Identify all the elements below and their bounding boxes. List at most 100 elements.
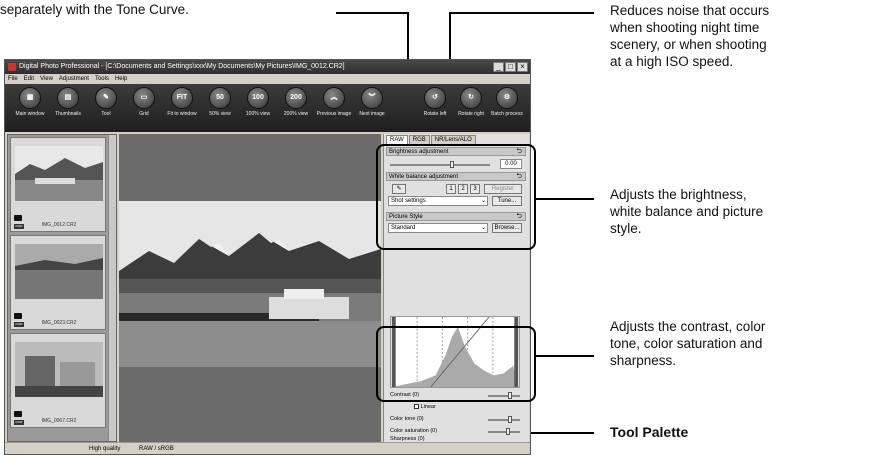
color-tone-slider[interactable] [488, 419, 520, 421]
thumbnail-image [15, 146, 103, 201]
next-icon: ︾ [361, 87, 383, 109]
thumbnail-item[interactable]: RAW IMG_0023.CR2 [10, 235, 106, 330]
app-icon [8, 63, 16, 71]
next-image-button[interactable]: ︾ Next image [352, 87, 392, 117]
title-bar: Digital Photo Professional - [C:\Documen… [5, 60, 530, 74]
toolbar-label: Grid [139, 111, 149, 117]
toolbar-label: 100% view [245, 111, 271, 117]
thumbnail-image [15, 244, 103, 299]
main-image [119, 201, 381, 367]
toolbar: ▦ Main window ▤ Thumbnails ✎ Tool ▭ Grid FIT… [5, 84, 530, 132]
thumbnail-filename: IMG_0023.CR2 [41, 320, 77, 326]
annotation-line: tone, color saturation and [610, 336, 763, 351]
grid-icon: ▭ [133, 87, 155, 109]
view-100-button[interactable]: 100 100% view [238, 87, 278, 117]
camera-icon [14, 215, 22, 221]
previous-icon: ︽ [323, 87, 345, 109]
batch-icon: ⚙ [496, 87, 518, 109]
window-title: Digital Photo Professional - [C:\Documen… [19, 63, 345, 70]
toolbar-label: 200% view [283, 111, 309, 117]
tool-icon: ✎ [95, 87, 117, 109]
view-50-button[interactable]: 50 50% view [200, 87, 240, 117]
linear-label: Linear [420, 404, 436, 410]
grid-button[interactable]: ▭ Grid [124, 87, 164, 117]
leader-line [536, 355, 594, 357]
toolbar-label: Main window [15, 111, 45, 117]
toolbar-label: Previous image [316, 111, 352, 117]
rotate-right-button[interactable]: ↻ Rotate right [451, 87, 491, 117]
tool-button[interactable]: ✎ Tool [86, 87, 126, 117]
close-button[interactable]: × [517, 62, 528, 72]
minimize-button[interactable]: _ [493, 62, 504, 72]
menu-file[interactable]: File [8, 74, 18, 84]
annotation-brightness: Adjusts the brightness, white balance an… [610, 186, 763, 237]
window-controls: _ □ × [493, 62, 528, 72]
annotation-line: scenery, or when shooting [610, 37, 767, 52]
toolbar-label: 50% view [209, 111, 231, 117]
view-200-button[interactable]: 200 200% view [276, 87, 316, 117]
menu-tools[interactable]: Tools [95, 74, 109, 84]
view-200-icon: 200 [285, 87, 307, 109]
annotation-line: Adjusts the contrast, color [610, 319, 766, 334]
menu-bar: File Edit View Adjustment Tools Help [5, 74, 530, 84]
toolbar-label: Next image [359, 111, 385, 117]
toolbar-label: Rotate left [423, 111, 447, 117]
checkbox-icon [414, 404, 419, 410]
color-saturation-knob[interactable] [506, 428, 510, 435]
fit-icon: FIT [171, 87, 193, 109]
toolbar-label: Batch process [491, 111, 523, 117]
annotation-line: when shooting night time [610, 20, 760, 35]
highlight-frame [376, 326, 536, 402]
annotation-tone-curve: separately with the Tone Curve. [0, 2, 189, 17]
annotation-line: Adjusts the brightness, [610, 187, 747, 202]
color-saturation-label: Color saturation (0) [390, 428, 438, 434]
menu-help[interactable]: Help [115, 74, 127, 84]
color-saturation-slider[interactable] [488, 431, 520, 433]
color-tone-knob[interactable] [508, 416, 512, 423]
leader-line [449, 12, 594, 14]
rotate-left-button[interactable]: ↺ Rotate left [415, 87, 455, 117]
thumbnail-item[interactable]: RAW IMG_0067.CR2 [10, 333, 106, 428]
annotation-line: white balance and picture [610, 204, 764, 219]
rotate-left-icon: ↺ [424, 87, 446, 109]
menu-adjustment[interactable]: Adjustment [59, 74, 89, 84]
page: separately with the Tone Curve. Reduces … [0, 0, 875, 458]
menu-view[interactable]: View [40, 74, 53, 84]
annotation-line: Reduces noise that occurs [610, 3, 770, 18]
toolbar-label: Tool [101, 111, 111, 117]
thumbnail-filename: IMG_0012.CR2 [41, 222, 77, 228]
toolbar-label: Thumbnails [55, 111, 81, 117]
annotation-noise-reduction: Reduces noise that occurs when shooting … [610, 2, 769, 70]
thumbnails-icon: ▤ [57, 87, 79, 109]
camera-icon [14, 411, 22, 417]
highlight-frame [376, 144, 536, 250]
camera-icon [14, 313, 22, 319]
annotation-line: sharpness. [610, 353, 677, 368]
thumbnail-scrollbar[interactable] [108, 135, 116, 441]
thumbnail-pane: RAW IMG_0012.CR2 RAW IMG_0023.CR2 RAW IM… [7, 134, 117, 442]
status-quality: High quality [89, 446, 121, 452]
annotation-tool-palette: Tool Palette [610, 424, 689, 440]
toolbar-label: Fit to window [167, 111, 197, 117]
previous-image-button[interactable]: ︽ Previous image [314, 87, 354, 117]
thumbnails-button[interactable]: ▤ Thumbnails [48, 87, 88, 117]
maximize-button[interactable]: □ [505, 62, 516, 72]
view-100-icon: 100 [247, 87, 269, 109]
main-window-button[interactable]: ▦ Main window [10, 87, 50, 117]
batch-process-button[interactable]: ⚙ Batch process [487, 87, 527, 117]
linear-checkbox[interactable]: Linear [414, 404, 436, 410]
menu-edit[interactable]: Edit [24, 74, 34, 84]
thumbnail-image [15, 342, 103, 397]
image-view [119, 134, 381, 442]
toolbar-label: Rotate right [458, 111, 484, 117]
leader-line [536, 198, 594, 200]
annotation-line: style. [610, 221, 642, 236]
main-window-icon: ▦ [19, 87, 41, 109]
fit-to-window-button[interactable]: FIT Fit to window [162, 87, 202, 117]
rotate-right-icon: ↻ [460, 87, 482, 109]
thumbnail-item[interactable]: RAW IMG_0012.CR2 [10, 137, 106, 232]
color-tone-label: Color tone (0) [390, 416, 424, 422]
status-bar: High quality RAW / sRGB [5, 442, 530, 454]
status-format: RAW / sRGB [139, 446, 174, 452]
annotation-line: at a high ISO speed. [610, 54, 734, 69]
